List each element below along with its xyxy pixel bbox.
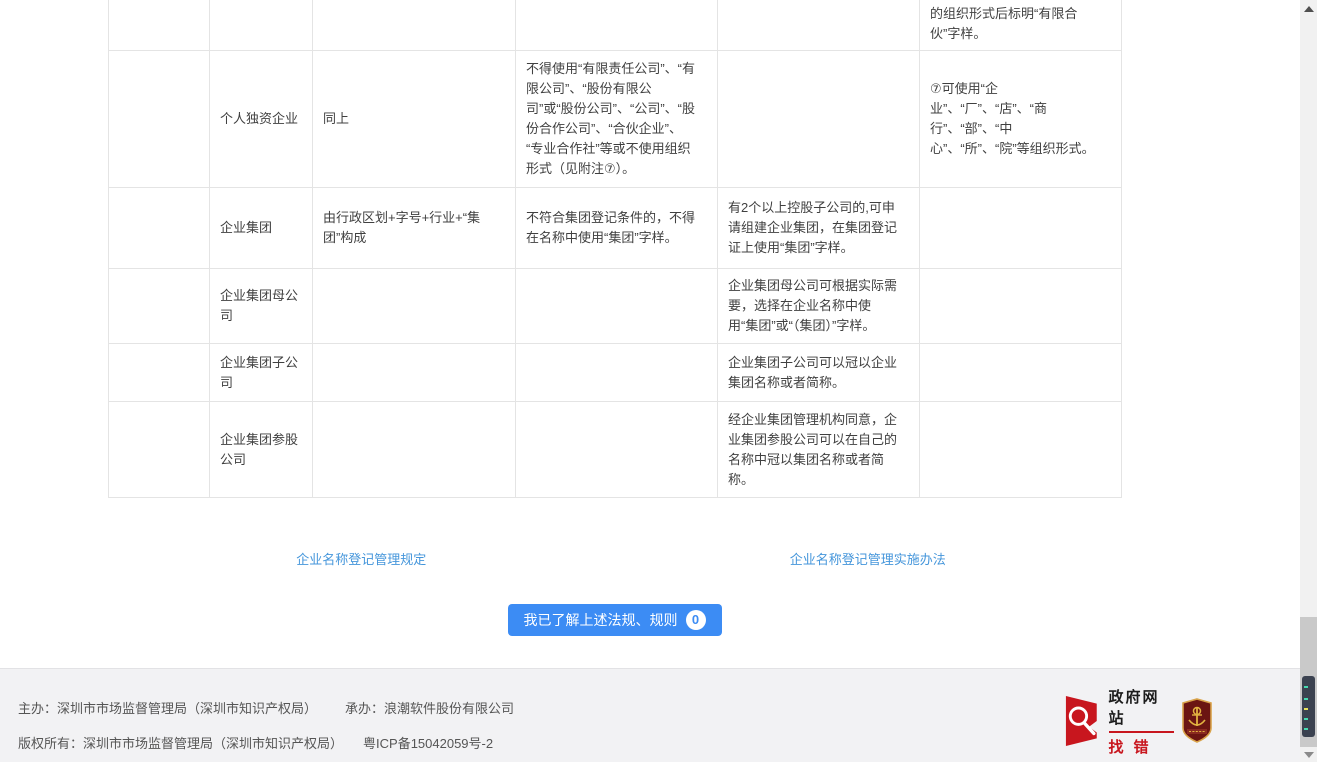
rules-table-container: 的组织形式后标明“有限合 伙”字样。个人独资企业同上不得使用“有限责任公司”、“…: [108, 0, 1121, 498]
law-links-row: 企业名称登记管理规定 企业名称登记管理实施办法: [108, 549, 1121, 569]
table-cell: [210, 0, 313, 51]
table-row: 企业集团子公 司 企业集团子公司可以冠以企业 集团名称或者简称。: [109, 344, 1122, 402]
minimap-tick: [1304, 698, 1308, 700]
table-cell: 企业集团母公司可根据实际需 要，选择在企业名称中使 用“集团”或“（集团）”字样…: [718, 269, 920, 344]
table-cell: [313, 0, 516, 51]
table: 的组织形式后标明“有限合 伙”字样。个人独资企业同上不得使用“有限责任公司”、“…: [108, 0, 1122, 498]
table-cell: [109, 51, 210, 188]
magnifier-flag-icon: [1064, 694, 1103, 748]
scrollbar[interactable]: [1300, 0, 1317, 762]
host-name: 深圳市市场监督管理局（深圳市知识产权局）: [57, 701, 317, 716]
table-cell: [109, 402, 210, 498]
error-badge-line1: 政府网站: [1109, 686, 1174, 728]
minimap-tick: [1304, 718, 1308, 720]
table-cell: [313, 402, 516, 498]
table-row: 企业集团由行政区划+字号+行业+“集 团”构成不符合集团登记条件的，不得 在名称…: [109, 188, 1122, 269]
confirm-button-label: 我已了解上述法规、规则: [524, 610, 678, 630]
law-link-left-wrap: 企业名称登记管理规定: [108, 549, 615, 569]
table-body: 的组织形式后标明“有限合 伙”字样。个人独资企业同上不得使用“有限责任公司”、“…: [109, 0, 1122, 498]
error-badge-divider: [1109, 731, 1174, 733]
table-cell: 不符合集团登记条件的，不得 在名称中使用“集团”字样。: [516, 188, 718, 269]
host-label: 主办：: [18, 701, 57, 716]
footer-line-1: 主办：深圳市市场监督管理局（深圳市知识产权局） 承办：浪潮软件股份有限公司: [18, 698, 514, 717]
table-cell: 企业集团子公司可以冠以企业 集团名称或者简称。: [718, 344, 920, 402]
table-row: 个人独资企业同上不得使用“有限责任公司”、“有 限公司”、“股份有限公 司”或“…: [109, 51, 1122, 188]
undertaker-name: 浪潮软件股份有限公司: [384, 701, 514, 716]
table-cell: [109, 0, 210, 51]
scrollbar-down-arrow-icon[interactable]: [1304, 752, 1314, 758]
minimap-tick: [1304, 728, 1308, 730]
law-link-regulation[interactable]: 企业名称登记管理规定: [296, 552, 426, 567]
table-cell: 企业集团母公 司: [210, 269, 313, 344]
table-cell: [313, 269, 516, 344]
table-cell: 个人独资企业: [210, 51, 313, 188]
table-cell: 由行政区划+字号+行业+“集 团”构成: [313, 188, 516, 269]
table-cell: [920, 402, 1122, 498]
table-cell: 企业集团子公 司: [210, 344, 313, 402]
table-cell: [109, 188, 210, 269]
table-cell: 不得使用“有限责任公司”、“有 限公司”、“股份有限公 司”或“股份公司”、“公…: [516, 51, 718, 188]
table-cell: [109, 344, 210, 402]
footer: 主办：深圳市市场监督管理局（深圳市知识产权局）承办：浪潮软件股份有限公司 版权所…: [0, 668, 1300, 762]
table-row: 企业集团参股 公司 经企业集团管理机构同意，企 业集团参股公司可以在自己的 名称中…: [109, 402, 1122, 498]
countdown-badge: 0: [686, 610, 706, 630]
table-cell: [516, 344, 718, 402]
table-cell: [109, 269, 210, 344]
law-link-measures[interactable]: 企业名称登记管理实施办法: [790, 552, 946, 567]
table-cell: [516, 402, 718, 498]
table-cell: [920, 344, 1122, 402]
table-cell: 企业集团: [210, 188, 313, 269]
error-badge-text: 政府网站 找错: [1109, 686, 1174, 757]
table-cell: [313, 344, 516, 402]
copyright-label: 版权所有：: [18, 736, 83, 751]
table-cell: 企业集团参股 公司: [210, 402, 313, 498]
footer-line-2: 版权所有：深圳市市场监督管理局（深圳市知识产权局） 粤ICP备15042059号-…: [18, 733, 493, 752]
table-row: 企业集团母公 司 企业集团母公司可根据实际需 要，选择在企业名称中使 用“集团”或…: [109, 269, 1122, 344]
minimap-tick: [1304, 708, 1308, 710]
table-cell: [920, 188, 1122, 269]
table-cell: 经企业集团管理机构同意，企 业集团参股公司可以在自己的 名称中冠以集团名称或者简…: [718, 402, 920, 498]
table-cell: [718, 0, 920, 51]
table-cell: 的组织形式后标明“有限合 伙”字样。: [920, 0, 1122, 51]
gov-site-identification-shield-icon[interactable]: [1182, 698, 1212, 743]
confirm-row: 我已了解上述法规、规则 0: [108, 604, 1121, 636]
copyright-name: 深圳市市场监督管理局（深圳市知识产权局）: [83, 736, 343, 751]
table-cell: 有2个以上控股子公司的,可申 请组建企业集团，在集团登记 证上使用“集团”字样。: [718, 188, 920, 269]
undertaker-label: 承办：: [345, 701, 384, 716]
error-badge-line2: 找错: [1109, 736, 1174, 757]
scrollbar-minimap[interactable]: [1302, 676, 1315, 737]
table-cell: [718, 51, 920, 188]
site-error-check-badge[interactable]: 政府网站 找错: [1064, 693, 1174, 749]
confirm-button[interactable]: 我已了解上述法规、规则 0: [508, 604, 722, 636]
table-cell: ⑦可使用“企 业”、“厂”、“店”、“商 行”、“部”、“中 心”、“所”、“院…: [920, 51, 1122, 188]
table-row: 的组织形式后标明“有限合 伙”字样。: [109, 0, 1122, 51]
table-cell: [516, 0, 718, 51]
law-link-right-wrap: 企业名称登记管理实施办法: [615, 549, 1122, 569]
table-cell: [920, 269, 1122, 344]
scrollbar-up-arrow-icon[interactable]: [1304, 6, 1314, 12]
page: 的组织形式后标明“有限合 伙”字样。个人独资企业同上不得使用“有限责任公司”、“…: [0, 0, 1317, 762]
minimap-tick: [1304, 686, 1308, 688]
table-cell: 同上: [313, 51, 516, 188]
table-cell: [516, 269, 718, 344]
icp-number: 粤ICP备15042059号-2: [363, 736, 493, 751]
